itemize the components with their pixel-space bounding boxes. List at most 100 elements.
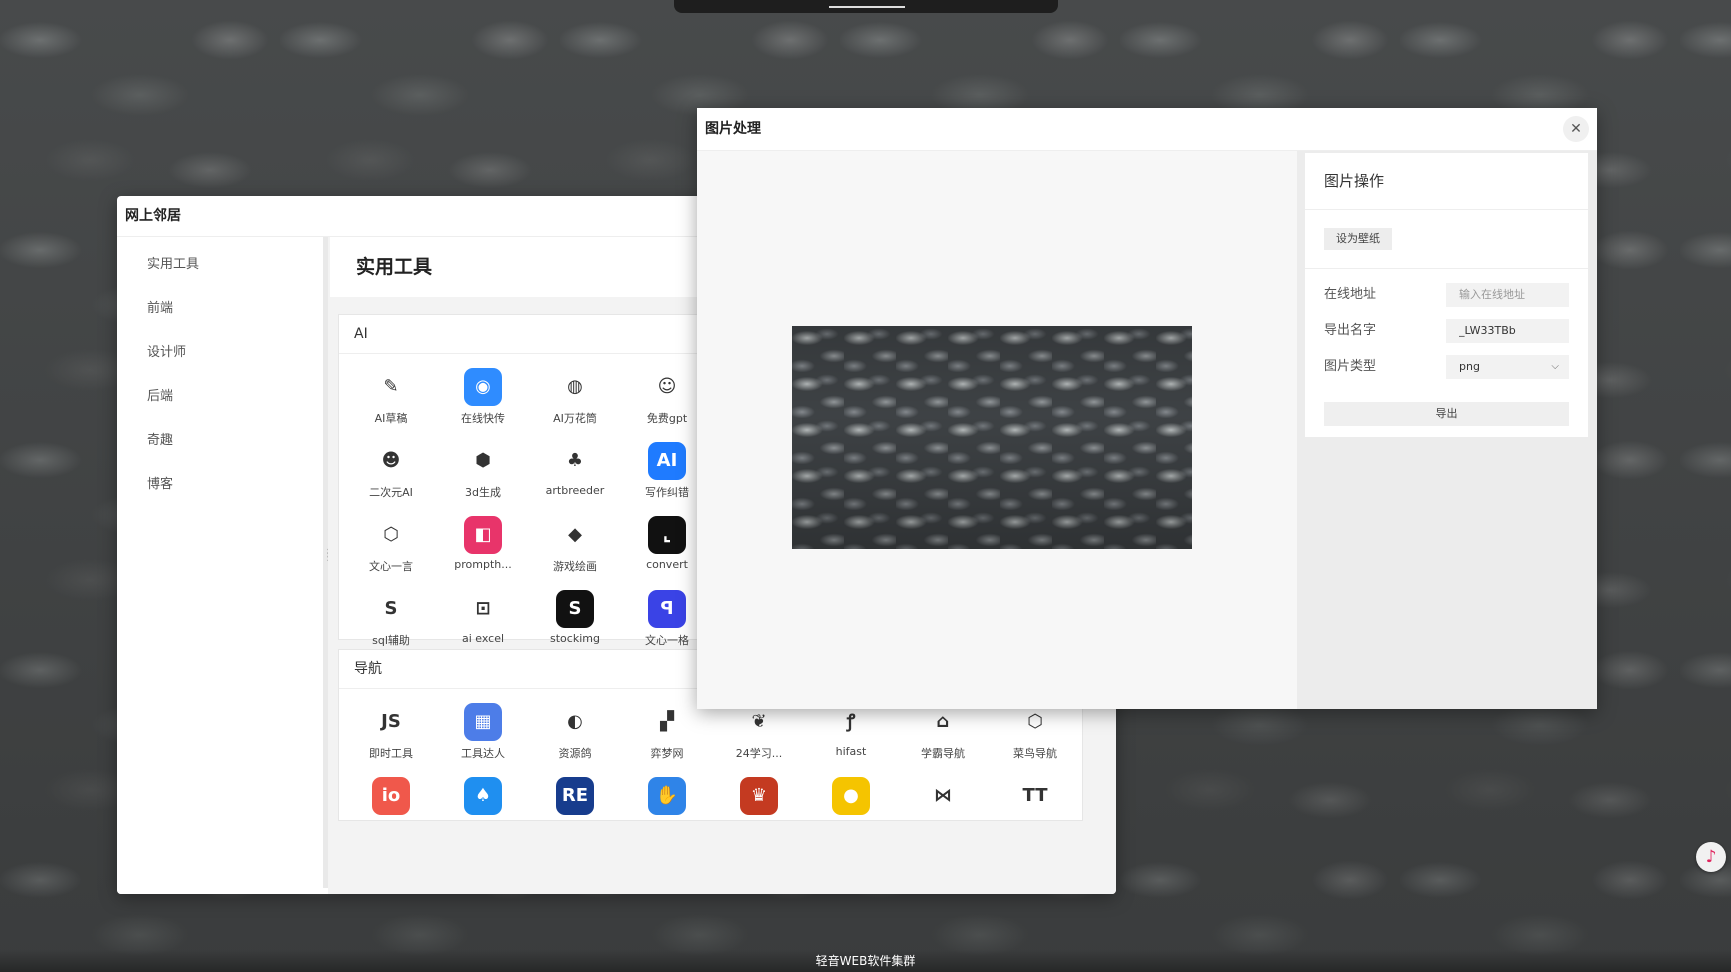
windows-grid-icon: ▞ — [648, 703, 686, 741]
app-tile[interactable]: ⬡ 文心一言 — [351, 516, 431, 574]
robot-outline-icon: ⊡ — [464, 590, 502, 628]
app-tile-label: 游戏绘画 — [553, 560, 597, 573]
app-tile[interactable]: JS 即时工具 — [351, 703, 431, 761]
image-ops-panel: 图片操作 设为壁纸 在线地址 导出名字 图片类型 png ⌵ 导出 — [1297, 151, 1597, 709]
kaleidoscope-icon: ◍ — [556, 368, 594, 406]
re-logo-icon: RE — [556, 777, 594, 815]
image-type-row: 图片类型 png ⌵ — [1324, 355, 1569, 379]
app-tile[interactable]: ⋈ — [903, 777, 983, 819]
app-tile-label: AI草稿 — [374, 412, 408, 425]
image-type-label: 图片类型 — [1324, 359, 1377, 374]
dock-handle[interactable] — [829, 6, 905, 8]
app-tile[interactable]: ◍ AI万花筒 — [535, 368, 615, 426]
io-logo-icon: io — [372, 777, 410, 815]
export-button[interactable]: 导出 — [1324, 402, 1569, 426]
app-tile-label: 免费gpt — [646, 412, 688, 425]
tt-logo-icon: TT — [1016, 777, 1054, 815]
image-type-select[interactable]: png ⌵ — [1446, 355, 1569, 379]
app-tile[interactable]: ♣ artbreeder — [535, 442, 615, 497]
top-dock-bar[interactable] — [674, 0, 1058, 13]
wenxin-icon: ⬡ — [372, 516, 410, 554]
group-title-label: 导航 — [354, 661, 382, 677]
app-tile[interactable]: ⬢ 3d生成 — [443, 442, 523, 500]
close-icon[interactable]: ✕ — [1563, 116, 1589, 142]
wenxin-yige-icon: ꟼ — [648, 590, 686, 628]
window-title: 图片处理 — [705, 121, 761, 137]
app-tile-label: prompth... — [454, 558, 512, 571]
app-tile-label: 资源鸽 — [558, 747, 592, 760]
app-tile[interactable]: ▦ 工具达人 — [443, 703, 523, 761]
toolbox-icon: ▦ — [464, 703, 502, 741]
app-tile[interactable]: ⌞ convert — [627, 516, 707, 571]
app-tile-label: convert — [646, 558, 688, 571]
image-processing-window: 图片处理 ✕ 图片操作 设为壁纸 在线地址 导出名字 图片类型 png ⌵ 导出 — [697, 108, 1597, 709]
stockimg-icon: S — [556, 590, 594, 628]
app-tile[interactable]: ⊡ ai excel — [443, 590, 523, 645]
anime-figure-icon: ☻ — [372, 442, 410, 480]
sidebar-item[interactable]: 后端 — [117, 375, 323, 419]
export-name-input[interactable] — [1446, 319, 1569, 343]
ops-title: 图片操作 — [1305, 153, 1588, 210]
app-tile[interactable]: ꝭ hifast — [811, 703, 891, 758]
app-tile[interactable]: Sstockimg — [535, 590, 615, 645]
layers-icon: ◆ — [556, 516, 594, 554]
online-url-row: 在线地址 — [1324, 283, 1569, 307]
app-tile-label: 菜鸟导航 — [1013, 747, 1057, 760]
window-titlebar[interactable]: 图片处理 ✕ — [697, 108, 1597, 151]
convert-icon: ⌞ — [648, 516, 686, 554]
app-tile[interactable]: io — [351, 777, 431, 819]
export-name-row: 导出名字 — [1324, 319, 1569, 343]
app-tile[interactable]: RE — [535, 777, 615, 819]
sidebar-item[interactable]: 设计师 — [117, 331, 323, 375]
js-logo-icon: JS — [372, 703, 410, 741]
sql-curve-icon: S — [372, 590, 410, 628]
bowtie-icon: ⋈ — [924, 777, 962, 815]
app-tile[interactable]: Ssql辅助 — [351, 590, 431, 648]
sidebar-item[interactable]: 实用工具 — [117, 243, 323, 287]
app-tile[interactable]: ◆ 游戏绘画 — [535, 516, 615, 574]
app-tile[interactable]: ◐ 资源鸽 — [535, 703, 615, 761]
app-tile-label: 即时工具 — [369, 747, 413, 760]
app-tile[interactable]: ☺ 免费gpt — [627, 368, 707, 426]
app-tile[interactable]: ꟼ 文心一格 — [627, 590, 707, 648]
pencil-sparkle-icon: ✎ — [372, 368, 410, 406]
app-tile-label: 24学习... — [735, 747, 783, 760]
image-type-value: png — [1459, 360, 1480, 373]
sidebar: 实用工具 前端 设计师 后端 奇趣 博客 — [117, 237, 323, 894]
preview-image — [792, 326, 1192, 549]
app-tile[interactable]: ▞ 弈梦网 — [627, 703, 707, 761]
sidebar-item[interactable]: 前端 — [117, 287, 323, 331]
app-tile[interactable]: ☻ 二次元AI — [351, 442, 431, 500]
app-tile[interactable]: ◧ prompth... — [443, 516, 523, 571]
sidebar-item[interactable]: 博客 — [117, 463, 323, 507]
image-preview-area — [697, 151, 1297, 709]
app-tile[interactable]: ✎ AI草稿 — [351, 368, 431, 426]
app-tile[interactable]: ❦ 24学习... — [719, 703, 799, 761]
app-tile[interactable]: ◉ 在线快传 — [443, 368, 523, 426]
vr-headset-icon: ◧ — [464, 516, 502, 554]
hand-icon: ✋ — [648, 777, 686, 815]
robot-icon: ☺ — [648, 368, 686, 406]
app-tile[interactable]: ✋ — [627, 777, 707, 819]
lemon-icon: ● — [832, 777, 870, 815]
app-tile-label: ai excel — [461, 632, 505, 645]
online-url-label: 在线地址 — [1324, 287, 1377, 302]
app-tile-label: hifast — [835, 745, 867, 758]
app-tile[interactable]: ● — [811, 777, 891, 819]
wallpaper-section: 设为壁纸 — [1305, 210, 1588, 269]
app-tile[interactable]: TT — [995, 777, 1075, 819]
pigeon-icon: ◐ — [556, 703, 594, 741]
sidebar-item[interactable]: 奇趣 — [117, 419, 323, 463]
bird-icon: ♠ — [464, 777, 502, 815]
app-tile[interactable]: ⬡ 菜鸟导航 — [995, 703, 1075, 761]
online-url-input[interactable] — [1446, 283, 1569, 307]
set-wallpaper-button[interactable]: 设为壁纸 — [1324, 228, 1392, 250]
app-tile[interactable]: ♛ — [719, 777, 799, 819]
app-tile[interactable]: AI 写作纠错 — [627, 442, 707, 500]
app-tile[interactable]: ♠ — [443, 777, 523, 819]
app-tile-label: stockimg — [550, 632, 600, 645]
music-note-icon[interactable]: ♪ — [1696, 842, 1726, 872]
app-tile-label: 3d生成 — [465, 486, 501, 499]
app-tile-label: sql辅助 — [372, 634, 410, 647]
app-tile[interactable]: ⌂ 学霸导航 — [903, 703, 983, 761]
